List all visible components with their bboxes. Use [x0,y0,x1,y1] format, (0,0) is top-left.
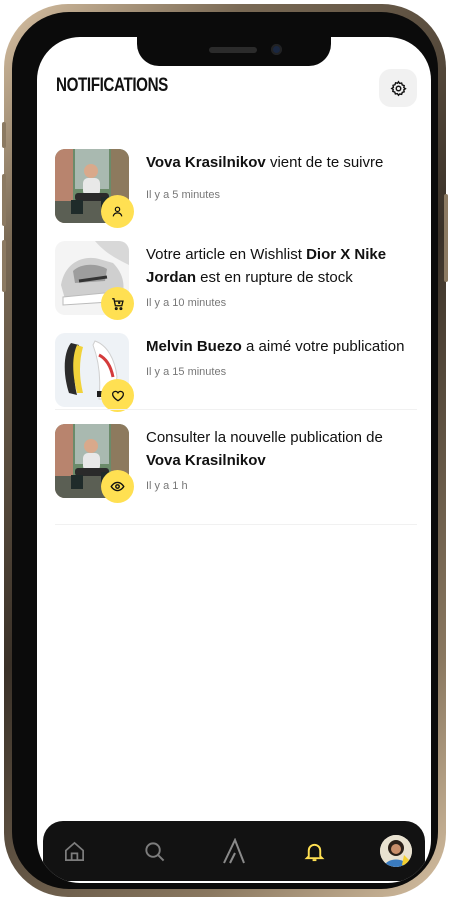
bell-icon [304,843,324,861]
tab-notifications[interactable] [299,836,329,866]
message-text: a aimé votre publication [241,338,405,355]
message-text: Consulter la nouvelle publication de [146,429,383,446]
notification-item[interactable]: Consulter la nouvelle publication de Vov… [55,424,417,504]
volume-down-button [2,240,6,292]
cart-badge [101,287,134,320]
heart-icon [111,390,124,401]
follow-badge [101,195,134,228]
message-text: vient de te suivre [265,154,384,171]
tab-brand[interactable] [219,836,249,866]
divider [55,409,417,410]
user-name[interactable]: Vova Krasilnikov [146,154,266,171]
phone-frame: NOTIFICATIONS Vova Krasilnikov vient de … [2,4,448,897]
notification-time: Il y a 10 minutes [146,297,227,309]
message-text: Votre article en Wishlist [146,246,307,263]
divider [55,524,417,525]
notification-item[interactable]: Vova Krasilnikov vient de te suivre Il y… [55,149,417,229]
power-button [444,194,448,282]
tab-home[interactable] [59,836,89,866]
user-icon [112,206,123,217]
home-icon [64,841,84,861]
gear-icon [390,80,407,96]
notification-time: Il y a 1 h [146,480,188,492]
like-badge [101,379,134,412]
notification-text: Votre article en Wishlist Dior X Nike Jo… [146,243,418,289]
message-text-end: est en rupture de stock [196,269,353,286]
eye-icon [110,481,125,492]
search-icon [144,841,164,861]
notification-item[interactable]: Melvin Buezo a aimé votre publication Il… [55,333,417,413]
profile-avatar[interactable] [380,835,412,867]
screen: NOTIFICATIONS Vova Krasilnikov vient de … [37,37,431,883]
notification-time: Il y a 15 minutes [146,366,227,378]
view-badge [101,470,134,503]
notification-text: Vova Krasilnikov vient de te suivre [146,151,418,174]
mute-switch [2,122,6,148]
notification-text: Melvin Buezo a aimé votre publication [146,335,418,358]
bezel: NOTIFICATIONS Vova Krasilnikov vient de … [12,12,438,889]
tab-bar [43,821,425,881]
volume-up-button [2,174,6,226]
notification-time: Il y a 5 minutes [146,189,220,201]
user-name[interactable]: Vova Krasilnikov [146,452,266,469]
cart-icon [111,297,124,310]
speaker [209,47,257,53]
notification-text: Consulter la nouvelle publication de Vov… [146,426,418,472]
notch [137,37,331,66]
brand-logo-icon [223,838,245,864]
settings-button[interactable] [379,69,417,107]
front-camera [271,44,282,55]
page-title: NOTIFICATIONS [56,75,168,96]
tab-search[interactable] [139,836,169,866]
notification-item[interactable]: Votre article en Wishlist Dior X Nike Jo… [55,241,417,321]
user-name[interactable]: Melvin Buezo [146,338,242,355]
